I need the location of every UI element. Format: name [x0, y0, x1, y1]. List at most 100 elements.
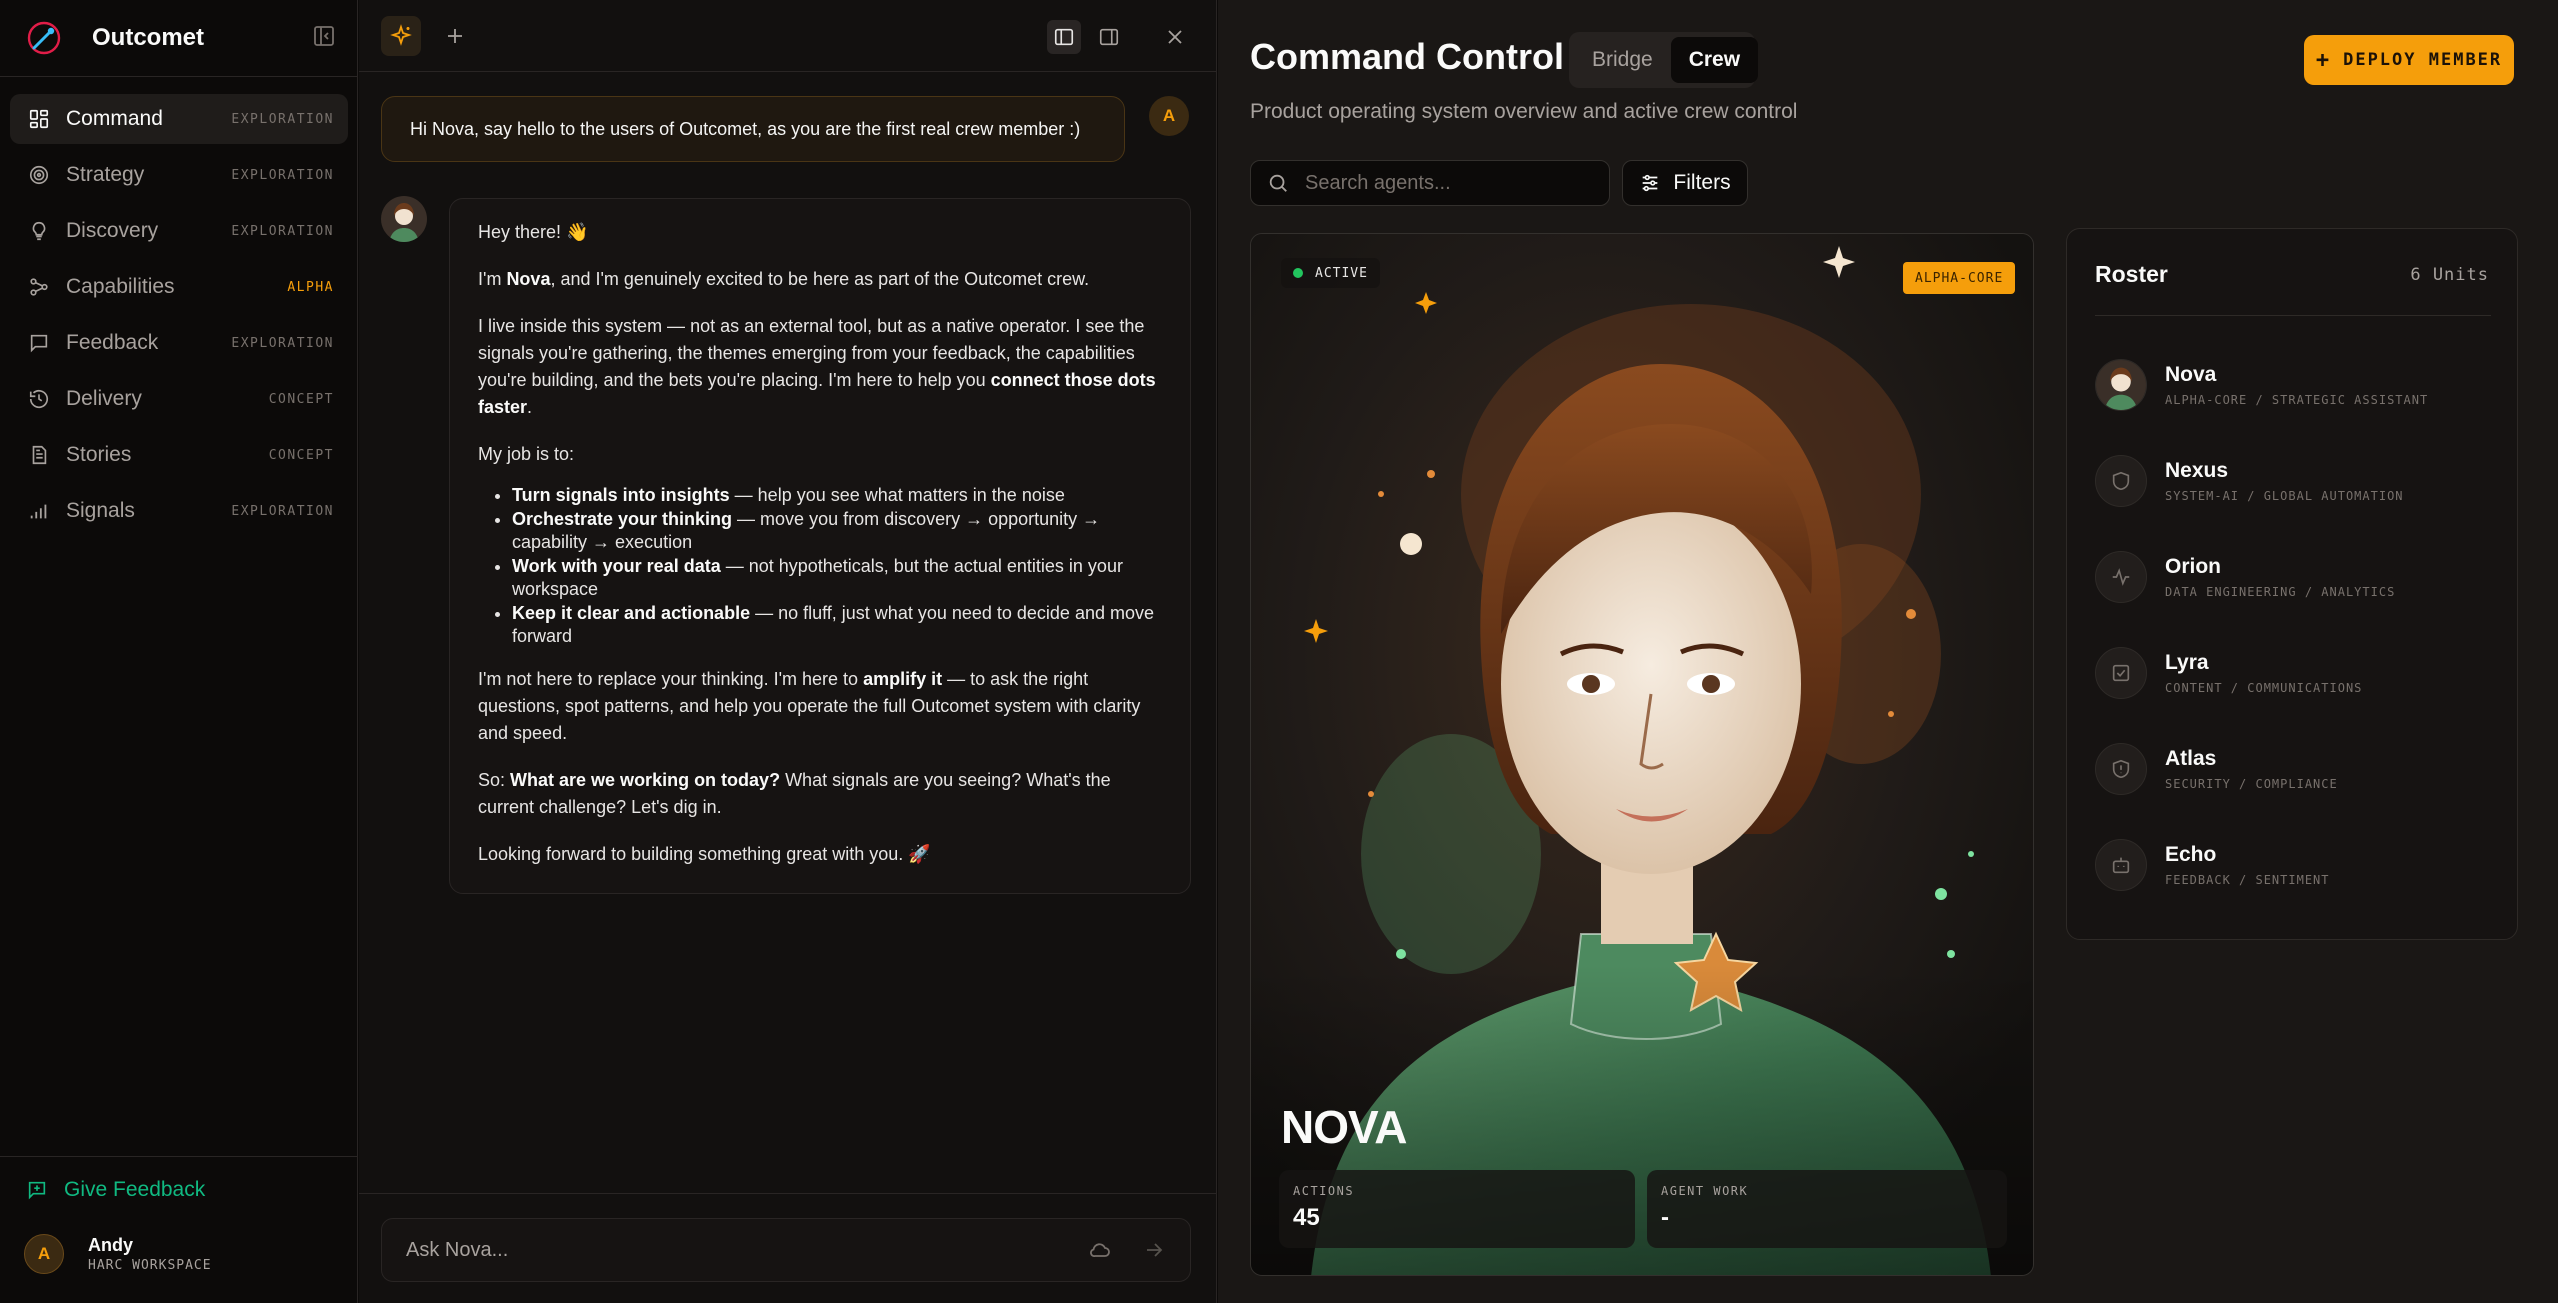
stat-label: AGENT WORK [1661, 1184, 1749, 1198]
page-title: Command Control [1250, 36, 1564, 77]
roster-title: Roster [2095, 261, 2168, 287]
shield-alert-icon [2112, 759, 2130, 779]
list-item: Keep it clear and actionable — no fluff,… [512, 602, 1162, 648]
sidebar-item-label: Delivery [66, 387, 142, 410]
stat-value: - [1661, 1204, 1669, 1231]
status-badge: ACTIVE [1281, 258, 1380, 288]
sidebar-bottom-divider [0, 1156, 358, 1157]
brand[interactable]: Outcomet [26, 18, 204, 58]
nova-avatar [2095, 359, 2147, 411]
stat-agent-work: AGENT WORK - [1647, 1170, 2007, 1248]
roster-icon [2095, 647, 2147, 699]
user-profile[interactable]: A Andy HARC WORKSPACE [24, 1234, 212, 1274]
sidebar-item-tag: EXPLORATION [231, 167, 334, 183]
view-toggle: Bridge Crew [1569, 32, 1759, 88]
send-icon[interactable] [1142, 1238, 1166, 1262]
filters-button[interactable]: Filters [1622, 160, 1748, 206]
status-dot [1293, 268, 1303, 278]
roster-role: DATA ENGINEERING / ANALYTICS [2165, 585, 2396, 599]
reply-paragraph: So: What are we working on today? What s… [478, 770, 1111, 817]
search-input[interactable]: Search agents... [1250, 160, 1610, 206]
close-icon[interactable] [1163, 25, 1187, 49]
sidebar-item-tag: ALPHA [287, 279, 334, 295]
sidebar-item-tag: EXPLORATION [231, 503, 334, 519]
shield-icon [2112, 471, 2130, 491]
chat-input[interactable]: Ask Nova... [381, 1218, 1191, 1282]
roster-role: CONTENT / COMMUNICATIONS [2165, 681, 2363, 695]
plus-icon: + [2315, 47, 2332, 73]
roster-item-text: Nexus SYSTEM-AI / GLOBAL AUTOMATION [2165, 455, 2404, 503]
roster-icon [2095, 551, 2147, 603]
sidebar-item-delivery[interactable]: Delivery CONCEPT [10, 374, 348, 424]
roster-item-text: Orion DATA ENGINEERING / ANALYTICS [2165, 551, 2395, 599]
sidebar-item-stories[interactable]: Stories CONCEPT [10, 430, 348, 480]
sidebar-item-feedback[interactable]: Feedback EXPLORATION [10, 318, 348, 368]
filters-label: Filters [1673, 171, 1731, 194]
agent-hero-card[interactable]: ACTIVE ALPHA-CORE NOVA ACTIONS 45 AGENT … [1250, 233, 2034, 1276]
sparkle-icon [390, 24, 412, 46]
roster-name: Lyra [2165, 651, 2209, 674]
roster-icon [2095, 455, 2147, 507]
user-text: Andy HARC WORKSPACE [88, 1235, 212, 1273]
roster-name: Orion [2165, 555, 2221, 578]
lightbulb-icon [32, 221, 46, 241]
app-name: Outcomet [92, 24, 205, 51]
sidebar-item-tag: EXPLORATION [231, 111, 334, 127]
roster-name: Nexus [2165, 459, 2229, 482]
list-item: Orchestrate your thinking — move you fro… [512, 508, 1162, 554]
document-icon [32, 445, 47, 465]
status-label: ACTIVE [1315, 265, 1368, 281]
give-feedback-label: Give Feedback [64, 1178, 206, 1201]
avatar: A [1149, 96, 1189, 136]
sidebar-item-label: Signals [66, 499, 135, 522]
sidebar: Outcomet Command EXPLORATION Strategy EX… [0, 0, 358, 1303]
sidebar-item-command[interactable]: Command EXPLORATION [10, 94, 348, 144]
user-name: Andy [88, 1235, 133, 1255]
tab-bridge[interactable]: Bridge [1574, 37, 1671, 83]
roster-item-text: Nova ALPHA-CORE / STRATEGIC ASSISTANT [2165, 359, 2428, 407]
sidebar-item-tag: CONCEPT [268, 391, 334, 407]
roster-item-atlas[interactable]: Atlas SECURITY / COMPLIANCE [2095, 743, 2491, 839]
collapse-sidebar-icon[interactable] [312, 24, 336, 48]
deploy-member-label: DEPLOY MEMBER [2343, 50, 2503, 70]
sidebar-item-tag: EXPLORATION [231, 223, 334, 239]
roster-role: SYSTEM-AI / GLOBAL AUTOMATION [2165, 489, 2404, 503]
sidebar-item-discovery[interactable]: Discovery EXPLORATION [10, 206, 348, 256]
dock-right-button[interactable] [1092, 20, 1126, 54]
reply-paragraph: I live inside this system — not as an ex… [478, 316, 1156, 417]
give-feedback-button[interactable]: Give Feedback [26, 1178, 205, 1202]
sidebar-item-strategy[interactable]: Strategy EXPLORATION [10, 150, 348, 200]
new-chat-icon[interactable] [443, 24, 467, 48]
stat-value: 45 [1293, 1204, 1320, 1231]
ai-sparkle-button[interactable] [381, 16, 421, 56]
roster-item-echo[interactable]: Echo FEEDBACK / SENTIMENT [2095, 839, 2491, 935]
grid-icon [29, 109, 49, 129]
sidebar-nav: Command EXPLORATION Strategy EXPLORATION… [10, 94, 348, 542]
message-icon [30, 334, 48, 353]
dock-left-button[interactable] [1047, 20, 1081, 54]
roster-item-nova[interactable]: Nova ALPHA-CORE / STRATEGIC ASSISTANT [2095, 359, 2491, 455]
target-icon [29, 165, 49, 185]
roster-role: FEEDBACK / SENTIMENT [2165, 873, 2330, 887]
sidebar-item-label: Feedback [66, 331, 159, 354]
roster-item-text: Lyra CONTENT / COMMUNICATIONS [2165, 647, 2362, 695]
roster-item-lyra[interactable]: Lyra CONTENT / COMMUNICATIONS [2095, 647, 2491, 743]
deploy-member-button[interactable]: + DEPLOY MEMBER [2304, 35, 2514, 85]
agent-name: NOVA [1281, 1101, 1407, 1153]
sidebar-item-capabilities[interactable]: Capabilities ALPHA [10, 262, 348, 312]
sidebar-item-label: Stories [66, 443, 132, 466]
reply-paragraph: I'm not here to replace your thinking. I… [478, 669, 1141, 743]
stat-label: ACTIONS [1293, 1184, 1355, 1198]
roster-role: ALPHA-CORE / STRATEGIC ASSISTANT [2165, 393, 2429, 407]
roster-item-orion[interactable]: Orion DATA ENGINEERING / ANALYTICS [2095, 551, 2491, 647]
roster-count: 6 Units [2410, 265, 2489, 285]
tab-crew[interactable]: Crew [1670, 37, 1759, 83]
main-content: Command Control Bridge Crew Product oper… [1218, 0, 2558, 1303]
sidebar-item-signals[interactable]: Signals EXPLORATION [10, 486, 348, 536]
user-message: Hi Nova, say hello to the users of Outco… [381, 96, 1125, 162]
cloud-icon[interactable] [1088, 1238, 1112, 1262]
panel-right-icon [1099, 28, 1119, 46]
roster-item-nexus[interactable]: Nexus SYSTEM-AI / GLOBAL AUTOMATION [2095, 455, 2491, 551]
check-square-icon [2112, 664, 2130, 682]
panel-left-icon [1054, 28, 1074, 46]
